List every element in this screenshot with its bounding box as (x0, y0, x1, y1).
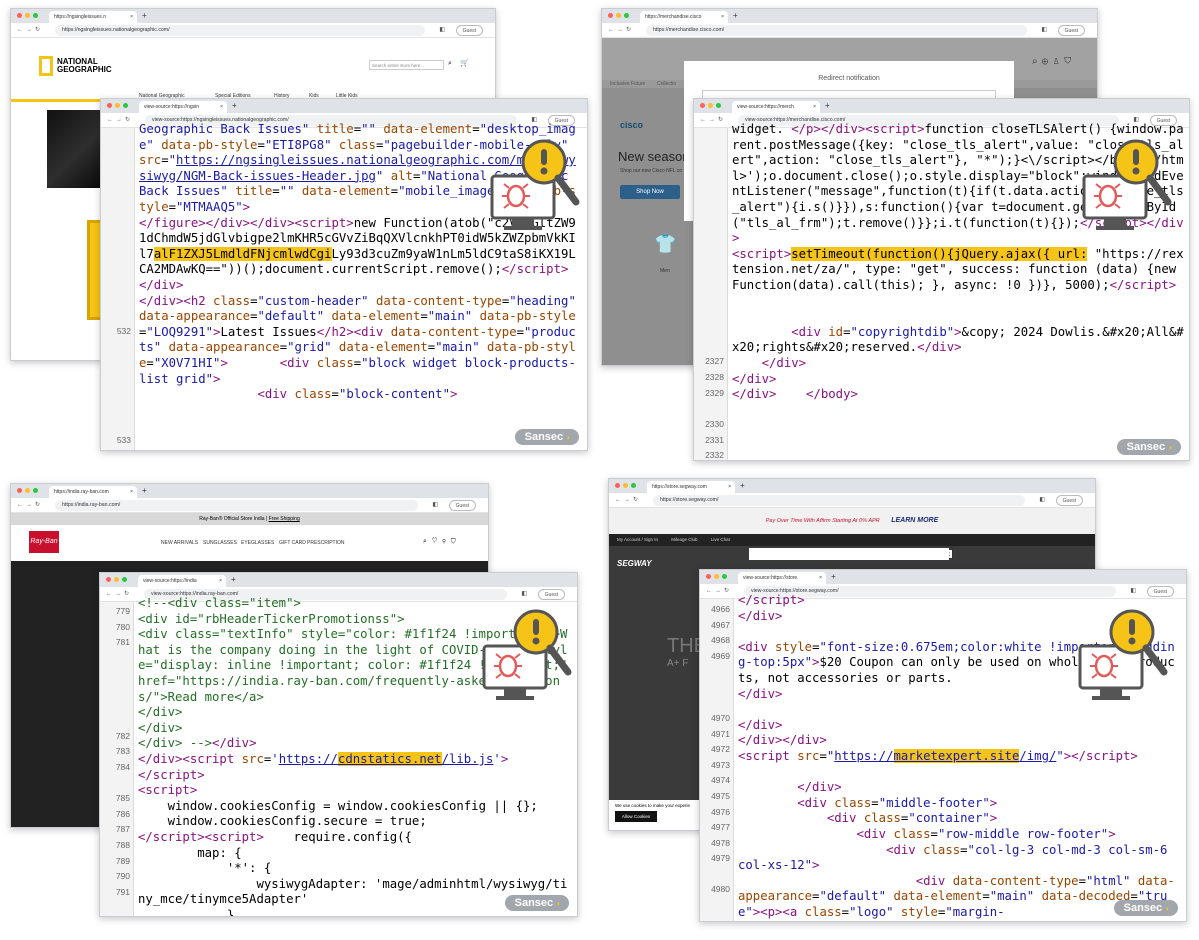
malware-alert-icon (1082, 139, 1172, 230)
nav-item[interactable]: SUNGLASSES (203, 540, 237, 546)
modal-title: Redirect notification (818, 75, 880, 82)
header-icons: ⌕♡⚲⛉ (423, 538, 461, 545)
free-shipping-link[interactable]: Free Shipping (269, 516, 300, 522)
hero-subtitle: Shop our new Cisco NFL co (620, 168, 683, 174)
header-icons: ⌕⊕♙⛉ (1032, 56, 1076, 67)
line-number-gutter: 2327 2328 2329 2330 2331 2332 (694, 128, 728, 460)
search-icon[interactable]: ⌕ (448, 60, 452, 68)
new-tab-icon[interactable]: + (231, 575, 236, 584)
sidebar-icon[interactable]: ◧ (1039, 496, 1045, 503)
tab-strip: https://merchandise.cisco × + (602, 9, 1097, 23)
browser-tab[interactable]: view-source:https://ngsin × (139, 101, 227, 113)
new-tab-icon[interactable]: + (825, 101, 830, 110)
hero-title: New season (618, 149, 690, 164)
new-tab-icon[interactable]: + (142, 11, 147, 20)
nav-arrows-icon[interactable]: ←→↻ (17, 501, 43, 508)
new-tab-icon[interactable]: + (740, 481, 745, 490)
mileage-link[interactable]: Mileage Club (671, 537, 697, 542)
tab-strip: https://store.segway.com × + (609, 479, 1095, 493)
sansec-logo: Sansec ◗ (504, 895, 569, 911)
malware-alert-icon (1078, 609, 1168, 700)
url-field[interactable]: https://store.segway.com/ (653, 495, 1025, 506)
affirm-banner: Pay Over Time With Affirm Starting At 0%… (609, 508, 1095, 534)
browser-tab[interactable]: view-source:https://india × (138, 575, 226, 587)
rayban-logo[interactable]: Ray-Ban (29, 531, 59, 553)
nav-arrows-icon[interactable]: ←→↻ (106, 590, 132, 597)
ng-logo[interactable]: NATIONAL GEOGRAPHIC (39, 56, 112, 76)
tab-strip: view-source:https://ngsin × + (101, 99, 587, 113)
malware-alert-icon (490, 139, 580, 230)
guest-profile-button[interactable]: Guest (1055, 495, 1083, 506)
nav-arrows-icon[interactable]: ←→↻ (700, 116, 726, 123)
product-label: Men (660, 268, 670, 274)
nav-item[interactable]: GIFT CARD (279, 540, 306, 546)
address-bar: ←→↻ https://ngsingleissues.nationalgeogr… (11, 23, 495, 38)
tab-strip: https://india.ray-ban.com × + (11, 484, 488, 498)
allow-cookies-button[interactable]: Allow Cookies (615, 811, 657, 822)
browser-tab[interactable]: https://ngsingleissues.n × (49, 11, 137, 23)
new-tab-icon[interactable]: + (831, 572, 836, 581)
address-bar: ←→↻ https://merchandise.cisco.com/ ◧ Gue… (602, 23, 1097, 38)
browser-tab[interactable]: https://merchandise.cisco × (640, 11, 728, 23)
tab-strip: view-source:https://store. × + (700, 570, 1186, 584)
cookie-banner: We use cookies to make your experie Allo… (609, 800, 701, 830)
sansec-logo: Sansec ◗ (514, 429, 579, 445)
promo-bar: Ray-Ban® Official Store India | Free Shi… (11, 513, 488, 525)
search-input[interactable]: Search entire store here... (369, 60, 444, 70)
new-tab-icon[interactable]: + (142, 486, 147, 495)
url-field[interactable]: https://ngsingleissues.nationalgeographi… (55, 25, 425, 36)
segway-logo[interactable]: SEGWAY (617, 559, 652, 568)
new-tab-icon[interactable]: + (733, 11, 738, 20)
nav-item[interactable]: EYEGLASSES (241, 540, 274, 546)
nav-item[interactable]: NEW ARRIVALS (161, 540, 198, 546)
tab-strip: view-source:https://merch × + (694, 99, 1189, 113)
browser-tab[interactable]: view-source:https://merch × (732, 101, 820, 113)
sidebar-icon[interactable]: ◧ (439, 26, 445, 33)
tshirt-icon: 👕 (654, 234, 677, 254)
nav-arrows-icon[interactable]: ←→↻ (107, 116, 133, 123)
address-bar: ←→↻ https://india.ray-ban.com/ ◧ Guest (11, 498, 488, 513)
url-field[interactable]: https://merchandise.cisco.com/ (646, 25, 1027, 36)
sansec-logo: Sansec ◗ (1113, 900, 1178, 916)
cisco-logo[interactable]: cisco (620, 120, 643, 130)
new-tab-icon[interactable]: + (232, 101, 237, 110)
sidebar-icon[interactable]: ◧ (1041, 26, 1047, 33)
browser-tab[interactable]: https://store.segway.com × (647, 481, 735, 493)
line-number-gutter: 4966 4967 4968 4969 4970 4971 4972 4973 … (700, 599, 734, 921)
nav-arrows-icon[interactable]: ←→↻ (17, 26, 43, 33)
nav-arrows-icon[interactable]: ←→↻ (615, 496, 641, 503)
cart-icon[interactable]: 🛒 (460, 59, 469, 67)
shop-now-button[interactable]: Shop Now (620, 185, 680, 199)
top-bar: My Account / Sign In Mileage Club Live C… (609, 534, 1095, 546)
sidebar-icon[interactable]: ◧ (432, 501, 438, 508)
line-number-gutter: 779 780 781 782 783 784 785 786 787 788 … (100, 602, 134, 916)
tab-strip: https://ngsingleissues.n × + (11, 9, 495, 23)
sansec-logo: Sansec ◗ (1116, 439, 1181, 455)
header: Ray-Ban NEW ARRIVALS SUNGLASSES EYEGLASS… (11, 525, 488, 561)
tab-strip: view-source:https://india × + (100, 573, 577, 587)
hero-subtitle: A+ F (667, 658, 689, 669)
malware-alert-icon (482, 609, 572, 700)
learn-more-link[interactable]: LEARN MORE (891, 517, 938, 524)
nav-arrows-icon[interactable]: ←→↻ (608, 26, 634, 33)
account-link[interactable]: My Account / Sign In (617, 537, 658, 542)
address-bar: ←→↻ https://store.segway.com/ ◧ Guest (609, 493, 1095, 508)
guest-profile-button[interactable]: Guest (448, 500, 476, 511)
guest-profile-button[interactable]: Guest (1057, 25, 1085, 36)
url-field[interactable]: https://india.ray-ban.com/ (55, 500, 418, 511)
nav-item[interactable]: PRESCRIPTION (307, 540, 345, 546)
browser-tab[interactable]: view-source:https://store. × (738, 572, 826, 584)
guest-profile-button[interactable]: Guest (455, 25, 483, 36)
browser-tab[interactable]: https://india.ray-ban.com × (49, 486, 137, 498)
chat-link[interactable]: Live Chat (711, 537, 730, 542)
nav-arrows-icon[interactable]: ←→↻ (706, 587, 732, 594)
line-number-gutter: 532 533 (101, 128, 135, 450)
